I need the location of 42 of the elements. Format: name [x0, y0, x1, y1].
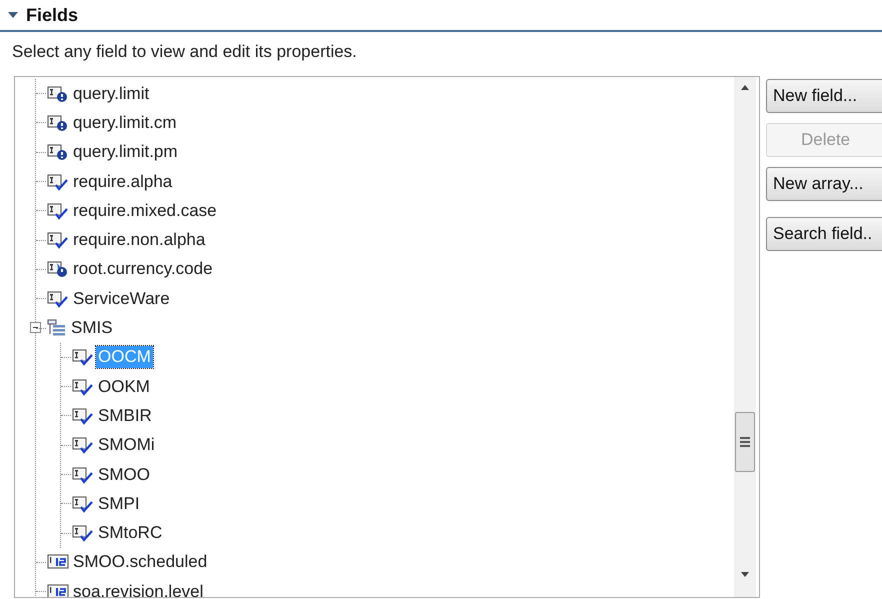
field-help-icon — [47, 114, 69, 132]
tree-item[interactable]: SMOMi — [96, 434, 157, 456]
tree-item[interactable]: require.alpha — [71, 170, 174, 193]
field-number-icon — [47, 553, 69, 572]
field-check-icon — [72, 524, 94, 542]
field-check-icon — [72, 466, 94, 484]
tree-item[interactable]: query.limit.cm — [71, 112, 179, 134]
field-currency-icon — [47, 260, 69, 278]
tree-item[interactable]: SMIS — [69, 317, 115, 340]
tree-item[interactable]: require.non.alpha — [71, 229, 208, 252]
expand-triangle-icon[interactable] — [8, 12, 18, 18]
group-icon — [47, 319, 67, 338]
field-check-icon — [72, 494, 94, 513]
field-check-icon — [72, 378, 94, 396]
tree-item[interactable]: require.mixed.case — [71, 200, 219, 222]
field-help-icon — [47, 143, 69, 162]
field-check-icon — [72, 406, 94, 425]
tree-item[interactable]: SMtoRC — [96, 522, 164, 544]
field-check-icon — [72, 348, 94, 366]
field-help-icon — [47, 84, 69, 103]
collapse-toggle[interactable] — [30, 322, 41, 334]
tree-item[interactable]: query.limit.pm — [71, 141, 180, 164]
field-check-icon — [47, 290, 69, 308]
tree-item[interactable]: OOKM — [96, 376, 152, 398]
section-title: Fields — [26, 4, 78, 26]
action-button[interactable]: Search field.. — [766, 217, 882, 251]
tree-item[interactable]: ServiceWare — [71, 288, 172, 310]
tree-item[interactable]: root.currency.code — [71, 258, 215, 280]
field-check-icon — [47, 202, 69, 220]
field-check-icon — [47, 172, 69, 191]
field-check-icon — [47, 231, 69, 250]
action-button[interactable]: New field... — [766, 79, 882, 113]
tree-item[interactable]: SMBIR — [96, 404, 154, 427]
tree-item[interactable]: SMOO — [96, 464, 152, 486]
vertical-scrollbar[interactable] — [734, 77, 756, 597]
tree-item[interactable]: SMPI — [96, 492, 142, 515]
field-check-icon — [72, 436, 94, 454]
tree-item[interactable]: soa.revision.level — [71, 580, 206, 597]
action-button[interactable]: New array... — [766, 167, 882, 201]
section-description: Select any field to view and edit its properties. — [11, 41, 358, 63]
tree-item[interactable]: SMOO.scheduled — [71, 551, 210, 574]
tree-item[interactable]: query.limit — [71, 82, 152, 105]
